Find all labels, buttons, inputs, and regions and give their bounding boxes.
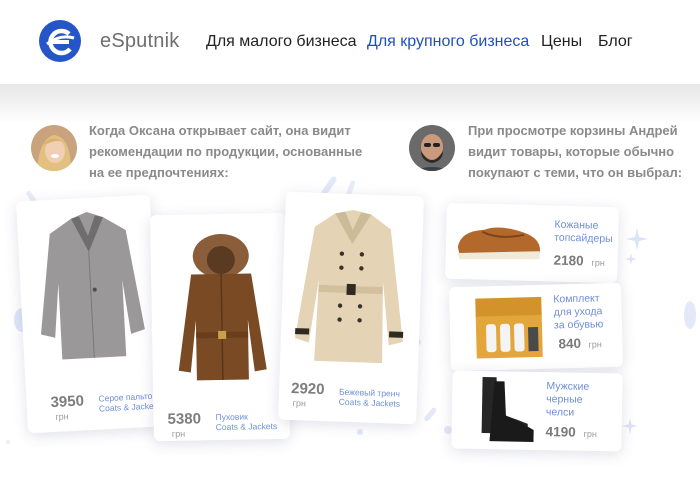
product-card-down-jacket[interactable]: 5380 грн Пуховик Coats & Jackets <box>150 212 290 442</box>
related-price: 840 <box>558 335 582 352</box>
related-name: Мужские черные челси <box>546 380 589 420</box>
related-name-line: Мужские <box>546 380 590 393</box>
product-price: 5380 <box>167 410 202 428</box>
related-name-line: черные <box>546 393 583 406</box>
related-name-line: за обувью <box>553 318 604 332</box>
product-currency: грн <box>55 411 69 422</box>
product-image-trench <box>294 210 404 364</box>
persona-oksana-text: Когда Оксана открывает сайт, она видит р… <box>89 120 362 183</box>
product-card-grey-coat[interactable]: 3950 грн Серое пальто Coats & Jackets <box>16 194 162 434</box>
persona-andrey-text: При просмотре корзины Андрей видит товар… <box>468 120 682 183</box>
product-image-topsiders <box>457 227 541 260</box>
product-brand: Coats & Jackets <box>98 400 161 414</box>
related-name: Кожаные топсайдеры <box>554 219 613 247</box>
related-name-line: для ухода <box>553 305 603 319</box>
nav-blog[interactable]: Блог <box>598 33 633 51</box>
related-card-chelsea[interactable]: Мужские черные челси 4190 грн <box>451 370 623 452</box>
nav-enterprise[interactable]: Для крупного бизнеса <box>367 33 529 51</box>
nav-small-business[interactable]: Для малого бизнеса <box>206 33 357 51</box>
sparkle-icon <box>625 253 637 265</box>
product-price: 2920 <box>290 379 325 399</box>
related-name-line: Комплект <box>553 292 600 306</box>
product-image-grey-coat <box>41 211 145 360</box>
product-currency: грн <box>292 398 307 409</box>
product-brand: Coats & Jackets <box>215 421 278 433</box>
avatar-andrey <box>409 125 455 171</box>
persona-andrey-line: видит товары, которые обычно <box>468 144 675 159</box>
product-currency: грн <box>171 428 186 439</box>
esputnik-logo-icon[interactable] <box>38 19 82 63</box>
persona-oksana-line: рекомендации по продукции, основанные <box>89 144 363 159</box>
sparkle-icon <box>626 228 648 250</box>
product-image-chelsea <box>481 377 534 442</box>
persona-oksana-line: Когда Оксана открывает сайт, она видит <box>89 123 351 138</box>
product-image-shoe-care <box>475 296 543 359</box>
related-price: 4190 <box>545 424 576 440</box>
logo-text[interactable]: eSputnik <box>100 30 179 53</box>
related-currency: грн <box>591 257 605 268</box>
sparkle-icon <box>622 418 638 434</box>
persona-andrey-line: При просмотре корзины Андрей <box>468 123 678 138</box>
related-price: 2180 <box>553 252 584 269</box>
product-name: Пуховик <box>215 411 248 423</box>
product-image-down-jacket <box>178 233 267 381</box>
product-card-trench[interactable]: 2920 грн Бежевый тренч Coats & Jackets <box>278 191 424 425</box>
related-card-shoe-care[interactable]: Комплект для ухода за обувью 840 грн <box>448 282 624 372</box>
related-name: Комплект для ухода за обувью <box>553 292 603 332</box>
related-currency: грн <box>583 428 597 440</box>
persona-oksana-line: на ее предпочтениях: <box>89 165 229 180</box>
nav-pricing[interactable]: Цены <box>541 33 582 51</box>
related-name-line: челси <box>545 406 575 419</box>
avatar-oksana <box>31 125 77 171</box>
related-name-line: топсайдеры <box>553 231 613 246</box>
product-price: 3950 <box>50 392 85 412</box>
product-brand: Coats & Jackets <box>338 396 401 409</box>
related-card-topsiders[interactable]: Кожаные топсайдеры 2180 грн <box>445 202 619 284</box>
related-currency: грн <box>588 339 602 350</box>
persona-andrey-line: покупают с теми, что он выбрал: <box>468 165 683 180</box>
header-shadow <box>0 84 700 124</box>
site-header: eSputnik Для малого бизнеса Для крупного… <box>0 0 700 84</box>
